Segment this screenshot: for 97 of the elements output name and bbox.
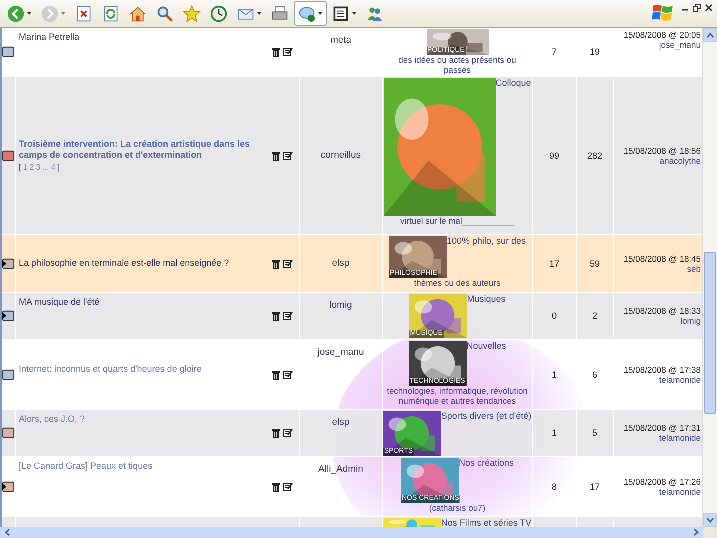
reply-count: 1 <box>552 370 557 380</box>
edit-icon[interactable] <box>283 370 293 380</box>
trash-icon[interactable] <box>271 47 281 57</box>
forum-link[interactable]: Musiques <box>467 294 506 305</box>
scroll-down-button[interactable] <box>703 513 717 527</box>
author-name: elsp <box>332 417 350 428</box>
view-count: 6 <box>592 370 598 380</box>
forum-link[interactable]: Nos créations <box>458 458 514 469</box>
user-link[interactable]: lomig <box>680 316 701 326</box>
caret-icon <box>257 12 262 16</box>
clock-icon <box>210 4 228 22</box>
forum-link[interactable]: 100% philo, sur des <box>446 236 526 247</box>
scroll-thumb[interactable] <box>704 252 716 414</box>
topic-link[interactable]: Alors, ces J.O. ? <box>19 414 86 425</box>
author-name: jose_manu <box>318 347 364 358</box>
book-icon <box>332 4 350 22</box>
caret-icon <box>318 12 323 16</box>
caret-icon <box>352 12 357 16</box>
last-post-date: 15/08/2008 @ 17:26 <box>624 476 701 486</box>
user-link[interactable]: jose_manu <box>659 40 701 50</box>
scrollbar-corner <box>703 527 717 538</box>
topic-link[interactable]: MA musique de l'été <box>19 297 100 308</box>
last-post-date: 15/08/2008 @ 18:45 <box>624 254 701 264</box>
printer-icon <box>271 4 289 22</box>
caret-icon <box>61 12 66 16</box>
view-count: 19 <box>590 47 600 57</box>
last-post-date: 15/08/2008 @ 17:38 <box>624 364 701 374</box>
windows-logo-icon <box>652 3 674 23</box>
user-link[interactable]: telamonide <box>659 433 701 443</box>
search-icon <box>156 4 174 22</box>
user-link[interactable]: anacolythe <box>660 156 701 166</box>
reply-count: 7 <box>552 47 557 57</box>
trash-icon[interactable] <box>271 150 281 160</box>
bracket: [ <box>19 163 22 172</box>
user-link[interactable]: telamonide <box>659 486 701 496</box>
people-icon <box>366 4 384 22</box>
trash-icon[interactable] <box>271 482 281 492</box>
trash-icon[interactable] <box>271 311 281 321</box>
close-button[interactable] <box>703 2 715 14</box>
home-icon <box>129 4 147 22</box>
topic-link[interactable]: La philosophie en terminale est-elle mal enseignée ? <box>19 258 230 269</box>
star-icon <box>183 4 201 22</box>
user-link[interactable]: seb <box>687 264 701 274</box>
view-count: 59 <box>590 258 600 268</box>
refresh-icon <box>102 4 120 22</box>
topic-link[interactable]: Internet: inconnus et quarts d'heures de gloire <box>19 364 202 375</box>
reply-count: 17 <box>549 258 560 268</box>
reply-count: 99 <box>549 150 560 160</box>
edit-icon[interactable] <box>283 311 293 321</box>
edit-icon[interactable] <box>283 482 293 492</box>
forum-description: (catharsis ou7) <box>429 503 486 513</box>
author-name: meta <box>330 35 352 46</box>
topic-link[interactable]: [Le Canard Gras] Peaux et tiques <box>19 461 153 472</box>
horizontal-scrollbar[interactable] <box>0 527 703 538</box>
view-count: 282 <box>587 150 603 160</box>
last-post-date: 15/08/2008 @ 17:31 <box>624 423 701 433</box>
scroll-up-button[interactable] <box>703 28 717 42</box>
chat-icon <box>298 4 316 22</box>
author-name: elsp <box>332 258 350 269</box>
topic-link[interactable]: Marina Petrella <box>19 32 80 43</box>
edit-icon[interactable] <box>283 150 293 160</box>
forum-link[interactable]: Sports divers (et d'été) <box>441 411 532 422</box>
topic-link[interactable]: Troisième intervention: La création artistique dans les camps de concentration et d'extermination <box>19 139 271 161</box>
stop-icon <box>75 4 93 22</box>
user-link[interactable]: telamonide <box>659 374 701 384</box>
last-post-date: 15/08/2008 @ 20:05 <box>624 30 701 40</box>
forum-description: des idées ou actes présents ou passés <box>398 55 518 75</box>
reply-count: 1 <box>552 428 557 438</box>
restore-icon <box>693 4 701 12</box>
forum-link[interactable]: Colloque <box>496 78 532 89</box>
last-post-date: 15/08/2008 @ 18:33 <box>624 306 701 316</box>
trash-icon[interactable] <box>271 428 281 438</box>
close-icon <box>705 4 713 12</box>
view-count: 2 <box>592 311 598 321</box>
forum-link[interactable]: Nouvelles <box>466 341 506 352</box>
trash-icon[interactable] <box>271 370 281 380</box>
author-name: Alli_Admin <box>318 464 364 475</box>
view-count: 17 <box>590 482 600 492</box>
last-post-date: 15/08/2008 @ 18:56 <box>624 146 701 156</box>
edit-icon[interactable] <box>283 47 293 57</box>
edit-icon[interactable] <box>283 428 293 438</box>
reply-count: 0 <box>552 311 557 321</box>
forum-description: thèmes ou des auteurs <box>414 278 501 288</box>
forum-description: technologies, informatique, révolution numérique et autres tendances <box>386 386 529 406</box>
caret-icon <box>27 12 32 16</box>
trash-icon[interactable] <box>271 258 281 268</box>
author-name: corneillus <box>320 150 362 161</box>
forum-description: virtuel sur le mal___________ <box>400 216 514 226</box>
edit-icon[interactable] <box>283 258 293 268</box>
view-count: 5 <box>592 428 598 438</box>
bracket: ] <box>58 163 60 172</box>
reply-count: 8 <box>552 482 557 492</box>
vertical-scrollbar[interactable] <box>702 28 717 527</box>
forum-link[interactable]: Nos Films et séries TV <box>441 518 532 527</box>
restore-button[interactable] <box>691 2 703 14</box>
messenger-button[interactable] <box>294 1 327 26</box>
author-name: lomig <box>330 300 352 311</box>
